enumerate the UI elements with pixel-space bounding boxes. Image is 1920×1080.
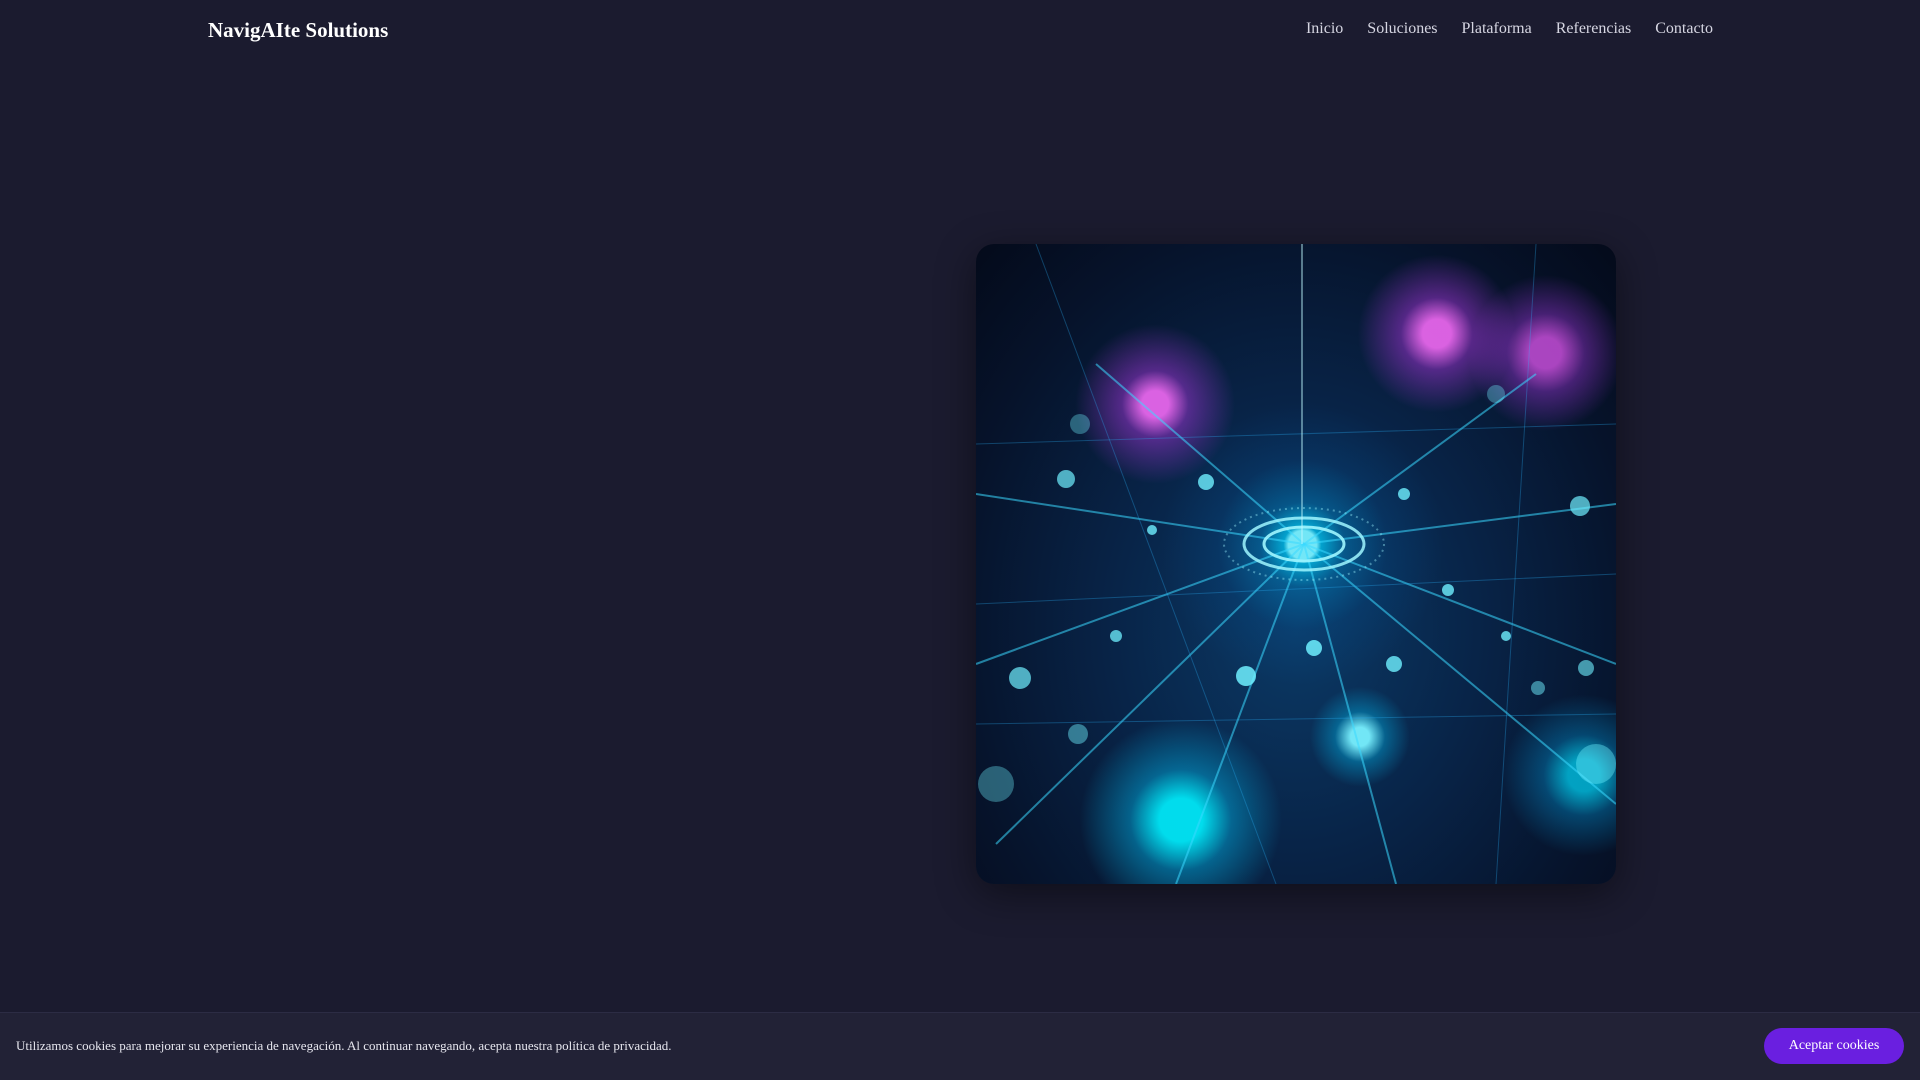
cookie-banner: Utilizamos cookies para mejorar su exper… bbox=[0, 1012, 1920, 1080]
nav-item-soluciones[interactable]: Soluciones bbox=[1367, 18, 1437, 40]
nav-item-contacto[interactable]: Contacto bbox=[1655, 18, 1713, 40]
brand-logo[interactable]: NavigAIte Solutions bbox=[208, 16, 388, 44]
main-nav: Inicio Soluciones Plataforma Referencias… bbox=[1306, 18, 1713, 40]
site-header: NavigAIte Solutions Inicio Soluciones Pl… bbox=[0, 0, 1920, 60]
nav-item-referencias[interactable]: Referencias bbox=[1556, 18, 1632, 40]
accept-cookies-button[interactable]: Aceptar cookies bbox=[1764, 1028, 1904, 1064]
page: NavigAIte Solutions Inicio Soluciones Pl… bbox=[0, 0, 1920, 1080]
nav-item-plataforma[interactable]: Plataforma bbox=[1462, 18, 1532, 40]
network-lines-graphic bbox=[976, 244, 1616, 884]
cookie-message: Utilizamos cookies para mejorar su exper… bbox=[16, 1038, 672, 1053]
nav-item-inicio[interactable]: Inicio bbox=[1306, 18, 1343, 40]
hero-image bbox=[976, 244, 1616, 884]
